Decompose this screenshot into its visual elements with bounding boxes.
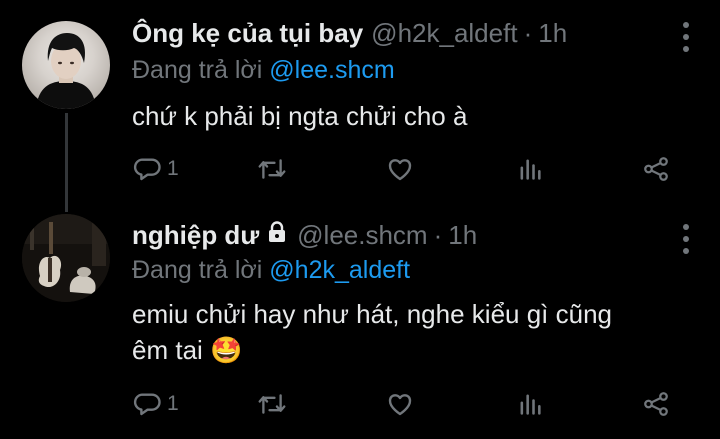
thread-line	[65, 113, 68, 200]
mention-link[interactable]: @lee.shcm	[269, 56, 394, 84]
avatar[interactable]	[22, 21, 110, 109]
views-icon	[520, 159, 541, 180]
action-bar: 1	[132, 384, 690, 424]
tweet[interactable]: Ông kẹ của tụi bay @h2k_aldeft · 1h Đang…	[0, 0, 720, 200]
replying-to-label: Đang trả lời	[132, 56, 263, 84]
action-bar: 1	[132, 149, 690, 189]
share-icon	[644, 392, 668, 416]
retweet-icon	[258, 159, 286, 179]
separator-dot: ·	[433, 220, 443, 250]
retweet-button[interactable]	[256, 384, 288, 424]
lock-icon	[265, 220, 289, 251]
tweet-text-line: emiu chửi hay như hát, nghe kiểu gì cũng	[132, 299, 612, 329]
timestamp[interactable]: 1h	[448, 220, 477, 251]
share-button[interactable]	[641, 149, 671, 189]
mention-link[interactable]: @h2k_aldeft	[269, 256, 410, 284]
timestamp[interactable]: 1h	[538, 18, 567, 49]
more-icon[interactable]	[682, 22, 690, 52]
more-icon[interactable]	[682, 224, 690, 254]
like-icon	[388, 394, 412, 416]
handle[interactable]: @lee.shcm	[297, 220, 427, 251]
reply-icon	[133, 158, 161, 181]
views-button[interactable]	[516, 384, 544, 424]
display-name[interactable]: Ông kẹ của tụi bay	[132, 18, 363, 49]
tweet[interactable]: nghiệp dư @lee.shcm · 1h Đang trả lời @h…	[0, 200, 720, 439]
reply-icon	[133, 393, 161, 416]
handle[interactable]: @h2k_aldeft	[371, 18, 517, 49]
tweet-text: chứ k phải bị ngta chửi cho à	[132, 101, 468, 131]
share-button[interactable]	[641, 384, 671, 424]
reply-button[interactable]: 1	[132, 149, 179, 189]
views-button[interactable]	[516, 149, 544, 189]
tweet-header: nghiệp dư @lee.shcm · 1h	[132, 220, 660, 254]
reply-count: 1	[167, 392, 179, 415]
tweet-text: emiu chửi hay như hát, nghe kiểu gì cũng…	[132, 296, 690, 368]
separator-dot: ·	[523, 18, 533, 48]
views-icon	[520, 394, 541, 415]
like-button[interactable]	[385, 384, 415, 424]
reply-count: 1	[167, 157, 179, 180]
like-icon	[388, 159, 412, 181]
reply-button[interactable]: 1	[132, 384, 179, 424]
retweet-icon	[258, 394, 286, 414]
display-name[interactable]: nghiệp dư	[132, 220, 259, 251]
like-button[interactable]	[385, 149, 415, 189]
replying-to: Đang trả lời @lee.shcm	[132, 56, 395, 85]
avatar[interactable]	[22, 214, 110, 302]
tweet-header: Ông kẹ của tụi bay @h2k_aldeft · 1h	[132, 18, 660, 52]
replying-to-label: Đang trả lời	[132, 256, 263, 284]
tweet-text-line: êm tai 🤩	[132, 335, 243, 365]
replying-to: Đang trả lời @h2k_aldeft	[132, 256, 410, 285]
thread-line	[65, 200, 68, 212]
retweet-button[interactable]	[256, 149, 288, 189]
share-icon	[644, 157, 668, 181]
